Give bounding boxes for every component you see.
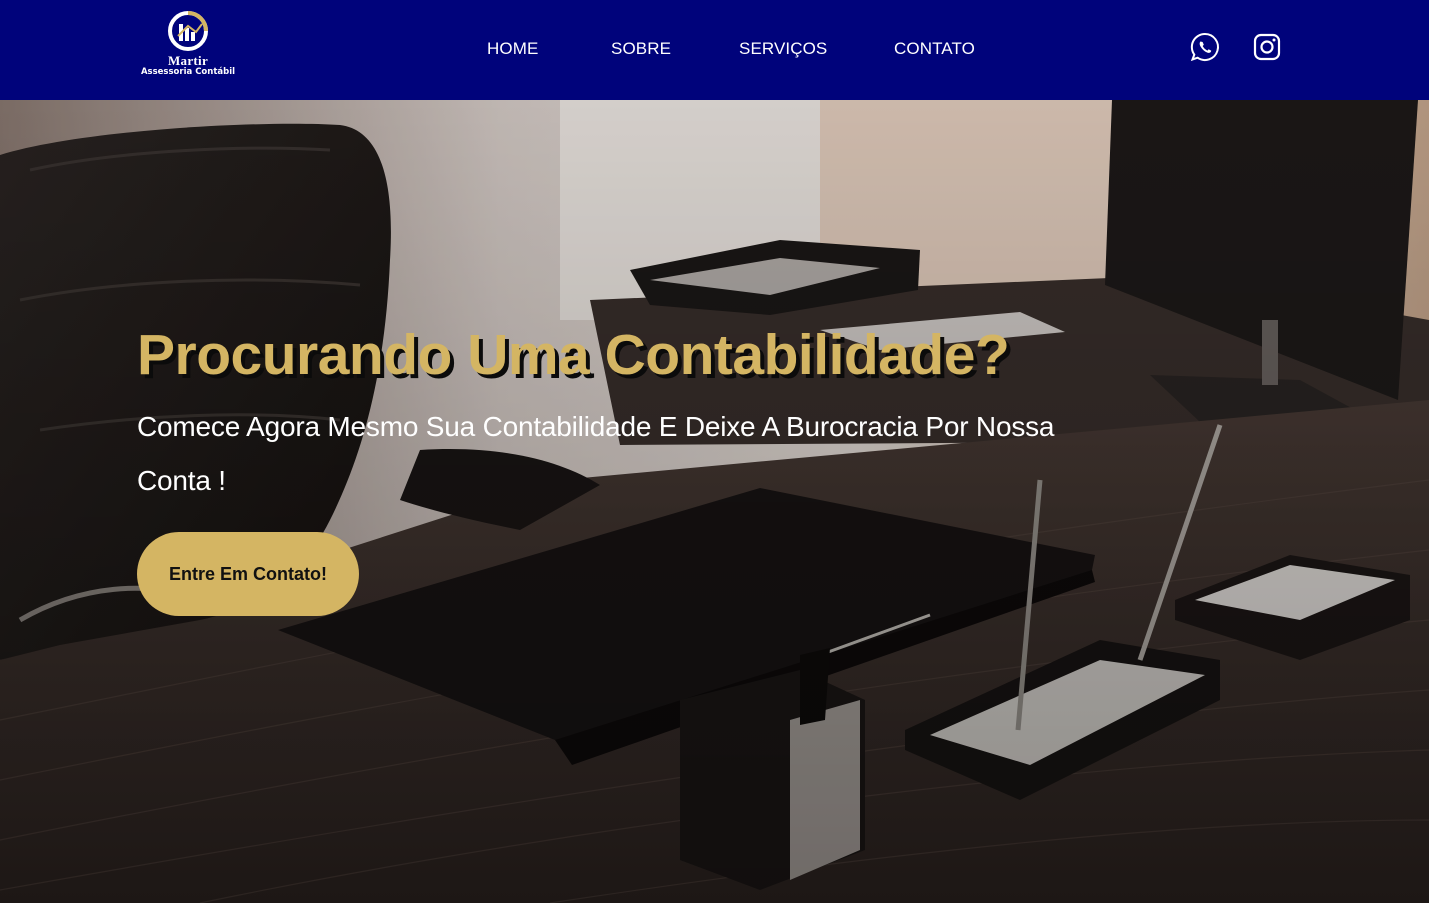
nav-item-contato[interactable]: CONTATO: [894, 37, 975, 61]
hero-subtitle: Comece Agora Mesmo Sua Contabilidade E D…: [137, 411, 1055, 496]
whatsapp-icon[interactable]: [1189, 31, 1221, 63]
brand-logo[interactable]: Martir Assessoria Contábil: [133, 10, 243, 86]
brand-name: Martir: [167, 53, 209, 68]
nav-item-home[interactable]: HOME: [487, 37, 538, 61]
instagram-icon[interactable]: [1251, 31, 1283, 63]
hero-title: Procurando Uma Contabilidade?: [137, 323, 1010, 387]
nav-item-sobre[interactable]: SOBRE: [611, 37, 671, 61]
site-header: Martir Assessoria Contábil HOME SOBRE SE…: [0, 0, 1429, 100]
brand-tagline: Assessoria Contábil: [140, 67, 236, 77]
nav-item-servicos[interactable]: SERVIÇOS: [739, 37, 827, 61]
hero-section: Procurando Uma Contabilidade? Comece Ago…: [0, 100, 1429, 903]
contact-cta-button[interactable]: Entre Em Contato!: [137, 532, 359, 616]
logo-chart-icon: [168, 11, 208, 51]
